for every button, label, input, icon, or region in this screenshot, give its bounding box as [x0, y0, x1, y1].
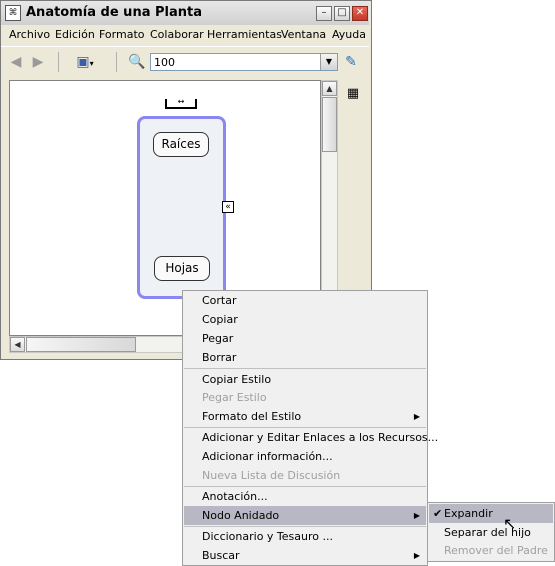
- title-bar[interactable]: ⌘ Anatomía de una Planta – □ ✕: [1, 1, 369, 25]
- menu-item-buscar[interactable]: Buscar ▶: [184, 546, 426, 565]
- collapse-handle-icon[interactable]: ↔: [165, 98, 197, 109]
- menu-ayuda[interactable]: Ayuda: [332, 28, 366, 41]
- submenu-item-separar[interactable]: Separar del hijo: [429, 523, 553, 542]
- menu-ventana[interactable]: Ventana: [281, 28, 326, 41]
- toolbar-divider: [116, 52, 117, 72]
- menu-item-anotacion[interactable]: Anotación...: [184, 487, 426, 506]
- forward-arrow-icon[interactable]: ▶: [30, 54, 46, 70]
- menu-bar: Archivo Edición Formato Colaborar Herram…: [1, 25, 369, 45]
- menu-item-diccionario[interactable]: Diccionario y Tesauro ...: [184, 527, 426, 546]
- menu-item-lista-discusion: Nueva Lista de Discusión: [202, 469, 341, 482]
- submenu-item-remover: Remover del Padre: [444, 544, 548, 557]
- collaboration-icon[interactable]: ▦: [344, 85, 362, 103]
- checkmark-icon: ✔: [433, 507, 443, 520]
- menu-item-label: Nodo Anidado: [202, 509, 280, 522]
- zoom-value: 100: [154, 56, 175, 69]
- app-icon: ⌘: [5, 5, 21, 21]
- submenu-arrow-icon: ▶: [413, 412, 420, 421]
- menu-item-copiar[interactable]: Copiar: [184, 310, 426, 329]
- menu-item-formato-estilo[interactable]: Formato del Estilo ▶: [184, 407, 426, 426]
- menu-separator: [184, 368, 426, 369]
- zoom-icon[interactable]: 🔍: [128, 54, 146, 70]
- menu-colaborar[interactable]: Colaborar: [150, 28, 204, 41]
- nodo-anidado-submenu: ✔ Expandir Separar del hijo Remover del …: [427, 502, 555, 562]
- menu-item-pegar-estilo: Pegar Estilo: [202, 391, 267, 404]
- chevron-down-icon[interactable]: ▼: [320, 54, 337, 70]
- submenu-item-expandir[interactable]: ✔ Expandir: [429, 504, 553, 523]
- close-button[interactable]: ✕: [352, 6, 368, 21]
- back-arrow-icon[interactable]: ◀: [8, 54, 24, 70]
- menu-herramientas[interactable]: Herramientas: [207, 28, 282, 41]
- submenu-arrow-icon: ▶: [413, 551, 420, 560]
- view-icon[interactable]: ▣▾: [72, 54, 98, 70]
- maximize-button[interactable]: □: [334, 6, 350, 21]
- expand-handle-icon[interactable]: «: [222, 201, 234, 213]
- vertical-scroll-thumb[interactable]: [322, 97, 337, 152]
- menu-item-enlaces[interactable]: Adicionar y Editar Enlaces a los Recurso…: [184, 428, 438, 447]
- menu-item-borrar[interactable]: Borrar: [184, 348, 426, 367]
- window-title: Anatomía de una Planta: [26, 5, 202, 20]
- minimize-button[interactable]: –: [316, 6, 332, 21]
- menu-item-label: Formato del Estilo: [202, 410, 302, 423]
- nested-node-container[interactable]: Raíces Hojas: [137, 116, 226, 299]
- context-menu: Cortar Copiar Pegar Borrar Copiar Estilo…: [182, 290, 438, 566]
- menu-item-label: Buscar: [202, 549, 240, 562]
- mouse-pointer-icon: ↖: [503, 514, 517, 533]
- horizontal-scroll-thumb[interactable]: [26, 337, 136, 352]
- concept-node-raices[interactable]: Raíces: [153, 132, 209, 157]
- scroll-left-button[interactable]: ◀: [10, 337, 25, 352]
- menu-item-nodo-anidado[interactable]: Nodo Anidado ▶: [184, 506, 426, 525]
- toolbar-divider: [58, 52, 59, 72]
- submenu-item-label: Expandir: [444, 507, 493, 520]
- concept-node-hojas[interactable]: Hojas: [154, 256, 210, 281]
- zoom-select[interactable]: 100 ▼: [150, 53, 338, 71]
- style-palette-icon[interactable]: ✎: [342, 54, 360, 70]
- scroll-up-button[interactable]: ▲: [322, 81, 337, 96]
- menu-edicion[interactable]: Edición: [55, 28, 95, 41]
- menu-formato[interactable]: Formato: [99, 28, 145, 41]
- menu-archivo[interactable]: Archivo: [9, 28, 50, 41]
- menu-item-cortar[interactable]: Cortar: [184, 291, 426, 310]
- submenu-arrow-icon: ▶: [413, 511, 420, 520]
- menu-item-copiar-estilo[interactable]: Copiar Estilo: [184, 370, 426, 389]
- menu-item-pegar[interactable]: Pegar: [184, 329, 426, 348]
- menu-item-informacion[interactable]: Adicionar información...: [184, 447, 426, 466]
